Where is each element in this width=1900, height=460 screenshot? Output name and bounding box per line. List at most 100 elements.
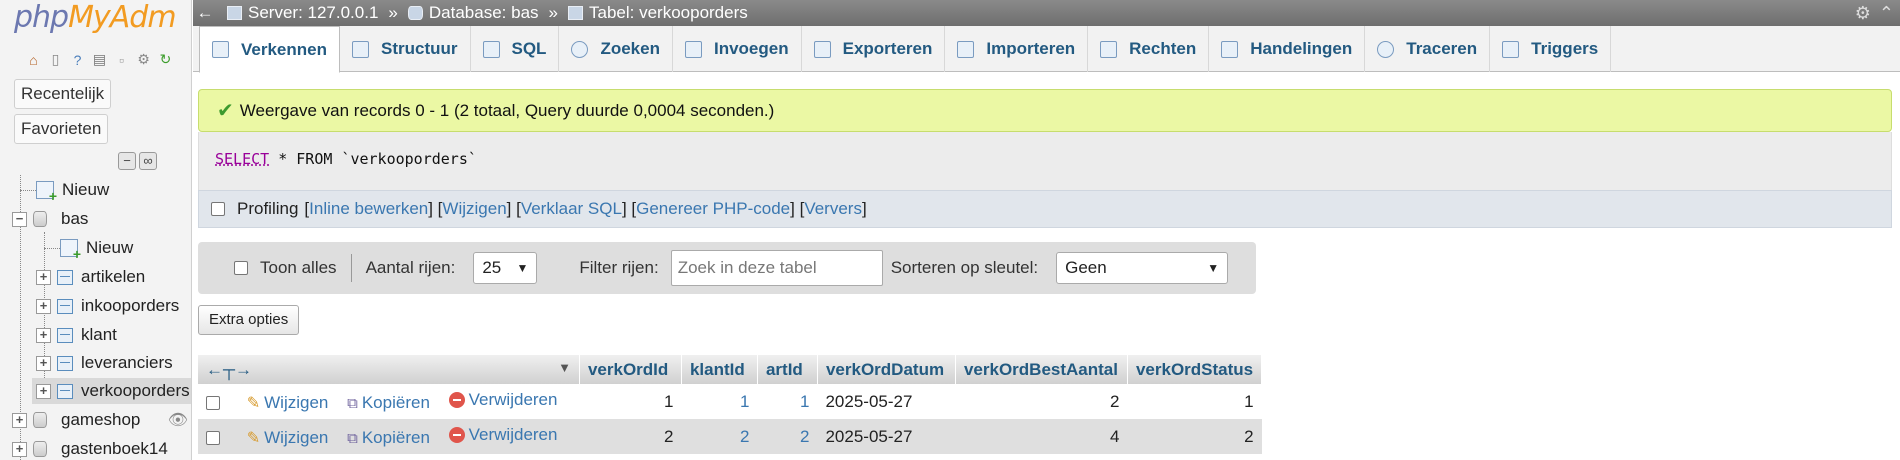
- tree-item-artikelen[interactable]: + artikelen: [36, 264, 145, 290]
- artid-link[interactable]: 1: [800, 392, 809, 411]
- tab-sql[interactable]: SQL: [471, 26, 560, 72]
- cell-verkordbestaantal[interactable]: 4: [955, 419, 1128, 454]
- rows-select[interactable]: 25 ▼: [473, 252, 538, 284]
- sql-query-box[interactable]: SELECT * FROM `verkooporders`: [198, 132, 1892, 190]
- cell-artid[interactable]: 2: [757, 419, 818, 454]
- sort-select[interactable]: Geen ▼: [1056, 252, 1229, 284]
- tab-verkennen[interactable]: Verkennen: [199, 26, 340, 73]
- favorites-button[interactable]: Favorieten: [14, 114, 109, 144]
- row-checkbox[interactable]: [206, 396, 220, 411]
- expand-icon[interactable]: +: [12, 441, 27, 457]
- tab-zoeken[interactable]: Zoeken: [559, 26, 673, 72]
- delete-row-button[interactable]: Verwijderen: [448, 425, 557, 445]
- server-icon: [227, 6, 242, 20]
- eye-icon[interactable]: 👁: [168, 410, 188, 430]
- expand-icon[interactable]: +: [36, 383, 51, 399]
- tab-traceren[interactable]: Traceren: [1365, 26, 1491, 72]
- show-all-checkbox[interactable]: [234, 261, 248, 275]
- logout-icon[interactable]: ▯: [46, 50, 65, 69]
- column-header[interactable]: verkOrdDatum: [817, 355, 956, 384]
- sort-dropdown-icon[interactable]: ▼: [558, 360, 571, 375]
- column-header[interactable]: verkOrdStatus: [1127, 355, 1263, 384]
- edit-row-button[interactable]: ✎ Wijzigen: [247, 428, 329, 448]
- explain-sql-link[interactable]: Verklaar SQL: [521, 199, 622, 219]
- collapse-all-icon[interactable]: −: [118, 152, 136, 170]
- edit-row-button[interactable]: ✎ Wijzigen: [247, 393, 329, 413]
- collapse-nav-icon[interactable]: ←: [193, 3, 217, 23]
- tree-item-leveranciers[interactable]: + leveranciers: [36, 350, 173, 376]
- cell-klantid[interactable]: 2: [681, 419, 758, 454]
- cell-verkordid[interactable]: 2: [579, 419, 682, 454]
- cell-verkordbestaantal[interactable]: 2: [955, 384, 1128, 419]
- home-icon[interactable]: ⌂: [24, 50, 43, 69]
- tree-item-label: bas: [61, 209, 89, 228]
- tree-item-inkooporders[interactable]: + inkooporders: [36, 293, 179, 319]
- collapse-icon[interactable]: −: [12, 211, 27, 227]
- tree-item-label: leveranciers: [81, 353, 173, 372]
- tab-importeren[interactable]: Importeren: [945, 26, 1089, 72]
- column-header[interactable]: klantId: [681, 355, 758, 384]
- tab-rechten[interactable]: Rechten: [1088, 26, 1210, 72]
- inline-edit-link[interactable]: Inline bewerken: [309, 199, 428, 219]
- tab-exporteren[interactable]: Exporteren: [802, 26, 946, 72]
- docs-icon[interactable]: ▤: [90, 50, 109, 69]
- column-header[interactable]: artId: [757, 355, 818, 384]
- recent-button[interactable]: Recentelijk: [14, 79, 112, 109]
- klantid-link[interactable]: 2: [740, 427, 749, 446]
- tree-item-bas[interactable]: − bas: [12, 206, 88, 232]
- tab-invoegen[interactable]: Invoegen: [673, 26, 802, 72]
- create-php-code-link[interactable]: Genereer PHP-code: [636, 199, 790, 219]
- tree-item-gameshop[interactable]: + gameshop 👁: [12, 407, 188, 433]
- tab-structuur[interactable]: Structuur: [340, 26, 471, 72]
- expand-icon[interactable]: +: [12, 412, 27, 428]
- breadcrumb-database[interactable]: Database: bas: [407, 3, 539, 23]
- collapse-top-icon[interactable]: ⌃: [1879, 3, 1894, 24]
- tree-item-verkooporders[interactable]: + verkooporders: [32, 378, 191, 404]
- tree-item-new[interactable]: Nieuw: [36, 177, 109, 204]
- help-icon[interactable]: ?: [68, 50, 87, 69]
- filter-input[interactable]: Zoek in deze tabel: [670, 250, 883, 286]
- profiling-checkbox[interactable]: [211, 202, 225, 216]
- tree-item-gastenboek14[interactable]: + gastenboek14: [12, 436, 168, 460]
- column-header[interactable]: verkOrdId: [579, 355, 682, 384]
- tree-item-new-table[interactable]: Nieuw: [60, 235, 133, 262]
- sql-keyword[interactable]: SELECT: [215, 150, 269, 168]
- refresh-link[interactable]: Ververs: [804, 199, 862, 219]
- cell-verkordstatus[interactable]: 2: [1127, 419, 1262, 454]
- copy-row-button[interactable]: ⧉ Kopiëren: [347, 428, 430, 448]
- file-icon[interactable]: ▫: [112, 50, 131, 69]
- breadcrumb-server[interactable]: Server: 127.0.0.1: [227, 3, 378, 23]
- reload-icon[interactable]: ↻: [156, 50, 175, 69]
- extra-options-button[interactable]: Extra opties: [198, 305, 300, 335]
- cell-verkordstatus[interactable]: 1: [1127, 384, 1262, 419]
- tab-handelingen[interactable]: Handelingen: [1209, 26, 1366, 72]
- copy-row-button[interactable]: ⧉ Kopiëren: [347, 393, 430, 413]
- tab-label: Rechten: [1129, 39, 1197, 58]
- phpmyadmin-logo[interactable]: phpMyAdm: [14, 0, 177, 35]
- chevron-down-icon: ▼: [1207, 261, 1220, 275]
- column-header[interactable]: verkOrdBestAantal: [955, 355, 1128, 384]
- delete-row-button[interactable]: Verwijderen: [448, 390, 557, 410]
- breadcrumb-table[interactable]: Tabel: verkooporders: [568, 3, 748, 23]
- expand-icon[interactable]: +: [36, 269, 51, 285]
- expand-icon[interactable]: +: [36, 355, 51, 371]
- cell-verkorddatum[interactable]: 2025-05-27: [817, 419, 956, 454]
- link-icon[interactable]: ∞: [139, 152, 157, 170]
- cell-artid[interactable]: 1: [757, 384, 818, 419]
- klantid-link[interactable]: 1: [740, 392, 749, 411]
- row-checkbox[interactable]: [206, 431, 220, 446]
- column-resize-icon[interactable]: ←┬→: [206, 360, 252, 379]
- expand-icon[interactable]: +: [36, 327, 51, 343]
- cell-verkordid[interactable]: 1: [579, 384, 682, 419]
- settings-gear-icon[interactable]: ⚙: [1855, 3, 1871, 24]
- edit-query-link[interactable]: Wijzigen: [442, 199, 506, 219]
- privileges-icon: [1100, 40, 1118, 58]
- cell-verkorddatum[interactable]: 2025-05-27: [817, 384, 956, 419]
- tab-triggers[interactable]: Triggers: [1490, 26, 1612, 72]
- tab-label: Exporteren: [842, 39, 933, 58]
- tree-item-klant[interactable]: + klant: [36, 322, 117, 348]
- artid-link[interactable]: 2: [800, 427, 809, 446]
- expand-icon[interactable]: +: [36, 298, 51, 314]
- cell-klantid[interactable]: 1: [681, 384, 758, 419]
- gear-icon[interactable]: ⚙: [134, 50, 153, 69]
